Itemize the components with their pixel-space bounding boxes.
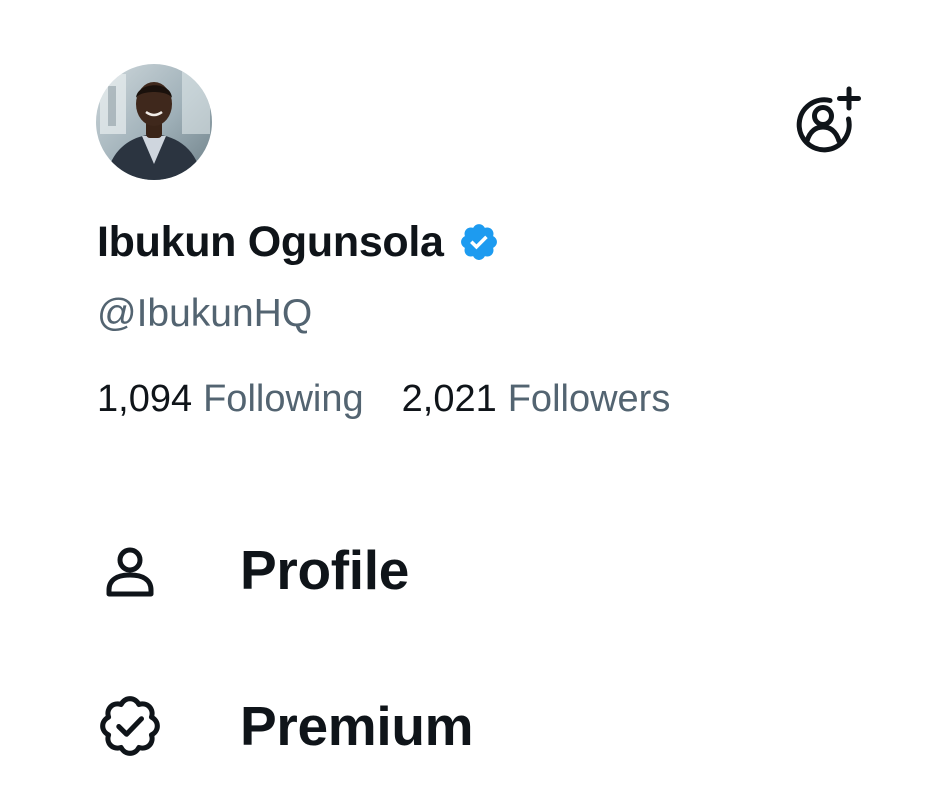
followers-link[interactable]: 2,021 Followers (402, 378, 671, 421)
display-name: Ibukun Ogunsola (97, 217, 444, 266)
verified-check-icon (98, 694, 162, 758)
account-handle: @IbukunHQ (97, 292, 313, 335)
account-name-row[interactable]: Ibukun Ogunsola (97, 214, 500, 270)
following-label: Following (203, 378, 364, 420)
menu-item-label: Profile (240, 539, 410, 601)
following-link[interactable]: 1,094 Following (97, 378, 364, 421)
following-count: 1,094 (97, 378, 193, 420)
avatar[interactable] (96, 64, 212, 180)
followers-count: 2,021 (401, 378, 497, 420)
menu-item-label: Premium (240, 695, 474, 757)
menu-item-profile[interactable]: Profile (98, 530, 409, 610)
follow-stats: 1,094 Following 2,021 Followers (97, 378, 670, 421)
profile-photo (96, 64, 212, 180)
verified-badge-icon[interactable] (458, 221, 500, 263)
followers-label: Followers (507, 378, 671, 420)
menu-item-premium[interactable]: Premium (98, 686, 474, 766)
add-account-icon[interactable] (790, 86, 862, 158)
person-icon (98, 538, 162, 602)
